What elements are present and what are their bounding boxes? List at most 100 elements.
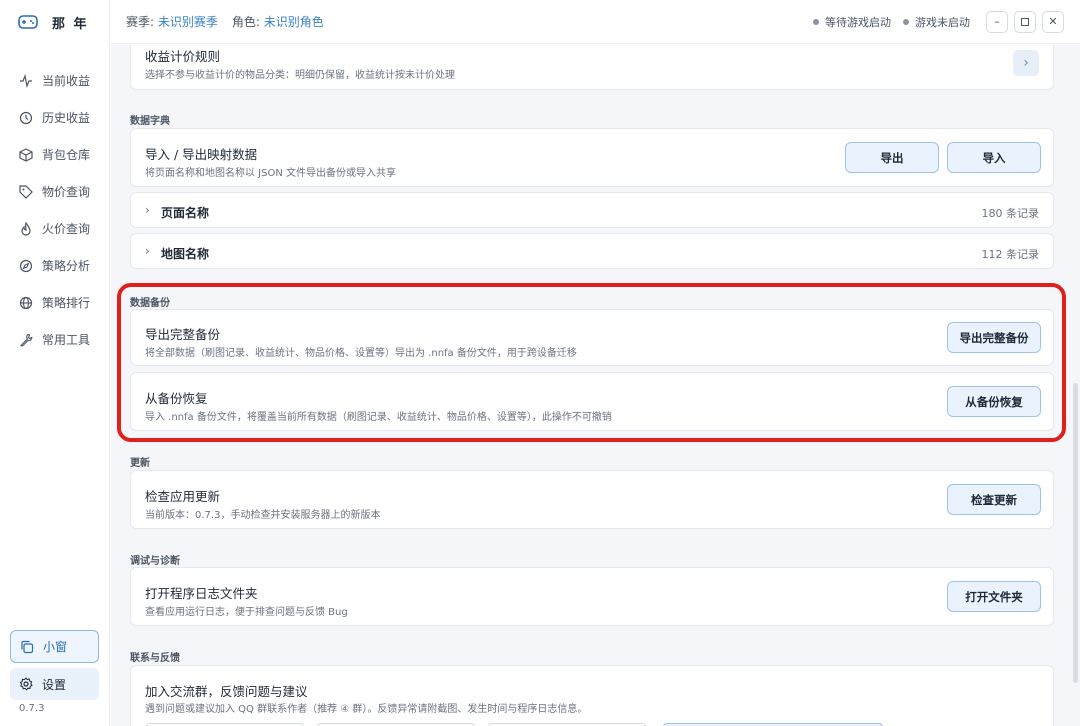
page-names-row[interactable]: › 页面名称 180 条记录 xyxy=(130,192,1054,228)
sidebar: 那 年 当前收益 历史收益 背包仓库 物价查询 火价查询 策略分析 策略排行 常… xyxy=(0,0,110,726)
check-update-button[interactable]: 检查更新 xyxy=(947,484,1041,515)
sidebar-item-label: 当前收益 xyxy=(42,74,91,88)
pricing-rules-desc: 选择不参与收益计价的物品分类：明细仍保留，收益统计按未计价处理 xyxy=(145,70,455,81)
debug-card: 打开程序日志文件夹 查看应用运行日志，便于排查问题与反馈 Bug 打开文件夹 xyxy=(130,567,1054,626)
sidebar-item-tools[interactable]: 常用工具 xyxy=(0,321,110,358)
app-version: 0.7.3 xyxy=(19,703,45,714)
section-label-contact: 联系与反馈 xyxy=(130,653,180,664)
minimize-icon: – xyxy=(994,15,1000,28)
sidebar-item-current-income[interactable]: 当前收益 xyxy=(0,62,110,99)
restore-backup-card: 从备份恢复 导入 .nnfa 备份文件，将覆盖当前所有数据（刷图记录、收益统计、… xyxy=(130,372,1054,431)
restore-backup-desc: 导入 .nnfa 备份文件，将覆盖当前所有数据（刷图记录、收益统计、物品价格、设… xyxy=(145,412,612,423)
page-names-count: 180 条记录 xyxy=(981,207,1040,220)
maximize-button[interactable] xyxy=(1014,10,1036,33)
brand: 那 年 xyxy=(18,11,89,33)
map-names-count: 112 条记录 xyxy=(981,248,1040,261)
pricing-rules-open-button[interactable]: › xyxy=(1013,50,1039,76)
flame-icon xyxy=(21,221,31,236)
status-game-text: 游戏未启动 xyxy=(915,15,970,29)
contact-desc: 遇到问题或建议加入 QQ 群联系作者（推荐 ④ 群）。反馈异常请附截图、发生时间… xyxy=(145,704,588,715)
chevron-right-icon: › xyxy=(1023,55,1029,71)
sidebar-item-label: 火价查询 xyxy=(42,222,91,236)
sidebar-item-label: 背包仓库 xyxy=(42,148,91,162)
section-label-update: 更新 xyxy=(130,458,150,469)
contact-card: 加入交流群，反馈问题与建议 遇到问题或建议加入 QQ 群联系作者（推荐 ④ 群）… xyxy=(130,665,1054,726)
export-full-backup-button[interactable]: 导出完整备份 xyxy=(947,322,1041,353)
debug-desc: 查看应用运行日志，便于排查问题与反馈 Bug xyxy=(145,607,348,618)
sidebar-item-fire-price[interactable]: 火价查询 xyxy=(0,210,110,247)
sidebar-item-label: 策略分析 xyxy=(42,259,91,273)
sidebar-item-label: 常用工具 xyxy=(42,333,91,347)
open-folder-button[interactable]: 打开文件夹 xyxy=(947,581,1041,612)
gear-icon xyxy=(19,677,33,691)
restore-from-backup-button[interactable]: 从备份恢复 xyxy=(947,386,1041,417)
box-icon xyxy=(19,147,33,162)
pricing-rules-card[interactable]: 收益计价规则 选择不参与收益计价的物品分类：明细仍保留，收益统计按未计价处理 › xyxy=(130,45,1054,90)
role-value: 未识别角色 xyxy=(263,15,324,29)
export-backup-desc: 将全部数据（刷图记录、收益统计、物品价格、设置等）导出为 .nnfa 备份文件，… xyxy=(145,348,577,359)
sidebar-item-strategy-ranking[interactable]: 策略排行 xyxy=(0,284,110,321)
export-button[interactable]: 导出 xyxy=(845,142,939,173)
copy-icon xyxy=(21,640,34,653)
update-desc: 当前版本：0.7.3，手动检查并安装服务器上的新版本 xyxy=(145,510,381,521)
minimize-button[interactable]: – xyxy=(986,10,1008,33)
status-dot-icon xyxy=(903,18,909,25)
settings-main: 收益计价规则 选择不参与收益计价的物品分类：明细仍保留，收益统计按未计价处理 ›… xyxy=(111,45,1080,726)
history-icon xyxy=(19,111,33,124)
tag-icon xyxy=(19,184,33,199)
sidebar-item-backpack[interactable]: 背包仓库 xyxy=(0,136,110,173)
topbar: 赛季: 未识别赛季 角色: 未识别角色 等待游戏启动 游戏未启动 – ✕ xyxy=(110,0,1080,44)
sidebar-item-label: 历史收益 xyxy=(42,111,91,125)
sidebar-nav: 当前收益 历史收益 背包仓库 物价查询 火价查询 策略分析 策略排行 常用工具 xyxy=(0,62,110,358)
season-label: 赛季: xyxy=(126,15,155,29)
globe-icon xyxy=(19,296,33,309)
chevron-right-icon: › xyxy=(145,244,150,258)
settings-label: 设置 xyxy=(42,677,67,692)
status-dot-icon xyxy=(813,18,819,25)
scrollbar[interactable] xyxy=(1073,383,1078,683)
app-name: 那 年 xyxy=(52,16,89,32)
window-controls: – ✕ xyxy=(980,10,1064,33)
wrench-icon xyxy=(19,333,33,347)
status-game: 游戏未启动 xyxy=(903,14,970,30)
status-indicators: 等待游戏启动 游戏未启动 xyxy=(801,14,970,30)
pricing-rules-title: 收益计价规则 xyxy=(145,49,221,64)
update-card: 检查应用更新 当前版本：0.7.3，手动检查并安装服务器上的新版本 检查更新 xyxy=(130,470,1054,529)
sidebar-item-label: 策略排行 xyxy=(42,296,91,310)
chevron-right-icon: › xyxy=(145,203,150,217)
import-export-desc: 将页面名称和地图名称以 JSON 文件导出备份或导入共享 xyxy=(145,168,397,179)
export-backup-title: 导出完整备份 xyxy=(145,327,221,342)
import-export-title: 导入 / 导出映射数据 xyxy=(145,147,258,162)
contact-title: 加入交流群，反馈问题与建议 xyxy=(145,684,308,699)
season-info: 赛季: 未识别赛季 xyxy=(126,13,218,30)
sidebar-item-price-query[interactable]: 物价查询 xyxy=(0,173,110,210)
export-backup-card: 导出完整备份 将全部数据（刷图记录、收益统计、物品价格、设置等）导出为 .nnf… xyxy=(130,309,1054,366)
maximize-icon xyxy=(1021,17,1029,26)
sidebar-item-label: 物价查询 xyxy=(42,185,91,199)
import-button[interactable]: 导入 xyxy=(947,142,1041,173)
page-names-title: 页面名称 xyxy=(161,206,210,220)
role-info: 角色: 未识别角色 xyxy=(232,13,324,30)
close-button[interactable]: ✕ xyxy=(1042,10,1064,33)
sidebar-item-strategy-analysis[interactable]: 策略分析 xyxy=(0,247,110,284)
debug-title: 打开程序日志文件夹 xyxy=(145,586,258,601)
restore-backup-title: 从备份恢复 xyxy=(145,391,208,406)
map-names-title: 地图名称 xyxy=(161,247,210,261)
map-names-row[interactable]: › 地图名称 112 条记录 xyxy=(130,233,1054,269)
status-waiting-text: 等待游戏启动 xyxy=(825,15,891,29)
pulse-icon xyxy=(20,73,32,88)
season-value: 未识别赛季 xyxy=(157,15,218,29)
status-waiting: 等待游戏启动 xyxy=(813,14,891,30)
mini-window-label: 小窗 xyxy=(43,640,68,654)
sidebar-item-history-income[interactable]: 历史收益 xyxy=(0,99,110,136)
import-export-card: 导入 / 导出映射数据 将页面名称和地图名称以 JSON 文件导出备份或导入共享… xyxy=(130,128,1054,187)
compass-icon xyxy=(19,259,33,272)
role-label: 角色: xyxy=(231,15,260,29)
mini-window-button[interactable]: 小窗 xyxy=(10,630,99,663)
close-icon: ✕ xyxy=(1048,15,1058,28)
gamepad-icon xyxy=(18,15,38,29)
section-label-backup: 数据备份 xyxy=(130,298,170,309)
section-label-debug: 调试与诊断 xyxy=(130,556,180,567)
sidebar-item-settings[interactable]: 设置 xyxy=(10,668,99,700)
section-label-dictionary: 数据字典 xyxy=(130,116,170,127)
